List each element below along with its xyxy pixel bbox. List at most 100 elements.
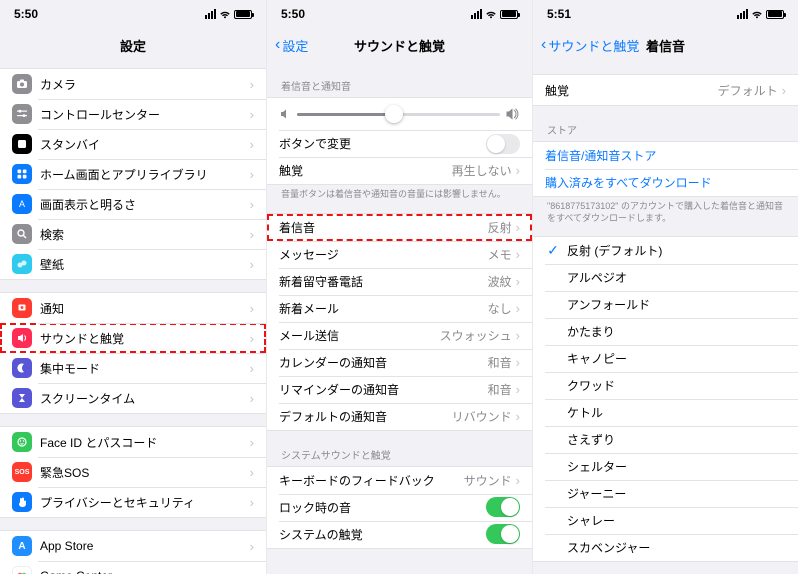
row-label: クワッド	[567, 377, 786, 394]
gc-icon	[12, 566, 32, 574]
chevron-right-icon: ›	[516, 355, 520, 370]
sound-row[interactable]: ロック時の音	[267, 494, 532, 521]
row-value: 和音	[488, 381, 512, 398]
signal-icon	[205, 9, 216, 19]
svg-text:A: A	[19, 199, 25, 209]
sound-row[interactable]: メッセージメモ ›	[267, 241, 532, 268]
row-value: メモ	[488, 246, 512, 263]
row-label: カレンダーの通知音	[279, 354, 488, 371]
ringtone-row[interactable]: かたまり	[533, 318, 798, 345]
speaker-icon	[12, 328, 32, 348]
ringtone-row[interactable]: ケトル	[533, 399, 798, 426]
settings-row-appstore[interactable]: AApp Store›	[0, 531, 266, 561]
chevron-right-icon: ›	[250, 107, 254, 122]
sound-row[interactable]: ボタンで変更	[267, 130, 532, 157]
chevron-right-icon: ›	[516, 247, 520, 262]
chevron-right-icon: ›	[250, 465, 254, 480]
status-indicators	[737, 9, 784, 19]
row-label: コントロールセンター	[40, 106, 250, 123]
settings-row-face[interactable]: Face ID とパスコード›	[0, 427, 266, 457]
nav-bar: ‹ 設定 サウンドと触覚	[267, 28, 532, 62]
settings-row-bell[interactable]: 通知›	[0, 293, 266, 323]
settings-row-grid[interactable]: ホーム画面とアプリライブラリ›	[0, 159, 266, 189]
toggle-switch[interactable]	[486, 134, 520, 154]
sounds-screen: 5:50 ‹ 設定 サウンドと触覚 着信音と通知音	[266, 0, 532, 574]
toggle-switch[interactable]	[486, 497, 520, 517]
settings-row-sliders[interactable]: コントロールセンター›	[0, 99, 266, 129]
row-label: 新着メール	[279, 300, 488, 317]
status-time: 5:50	[14, 7, 38, 21]
settings-row-sos[interactable]: SOS緊急SOS›	[0, 457, 266, 487]
sound-row[interactable]: メール送信スウォッシュ›	[267, 322, 532, 349]
hand-icon	[12, 492, 32, 512]
sound-row[interactable]: 新着メールなし›	[267, 295, 532, 322]
ringtone-row[interactable]: さえずり	[533, 426, 798, 453]
ringtone-row[interactable]: キャノピー	[533, 345, 798, 372]
volume-track[interactable]	[297, 113, 500, 116]
row-label: リマインダーの通知音	[279, 381, 488, 398]
row-label: 検索	[40, 226, 250, 243]
row-label: 緊急SOS	[40, 464, 250, 481]
chevron-right-icon: ›	[250, 331, 254, 346]
settings-row-gc[interactable]: Game Center›	[0, 561, 266, 574]
ringtone-row[interactable]: スカベンジャー	[533, 534, 798, 561]
row-label: 着信音	[279, 219, 488, 236]
sound-row[interactable]: 新着留守番電話波紋›	[267, 268, 532, 295]
svg-text:A: A	[18, 541, 25, 552]
row-label: スクリーンタイム	[40, 390, 250, 407]
chevron-right-icon: ›	[250, 167, 254, 182]
haptics-row[interactable]: 触覚 デフォルト ›	[533, 75, 798, 105]
battery-icon	[234, 10, 252, 19]
ringtone-row[interactable]: アンフォールド	[533, 291, 798, 318]
row-label: 通知	[40, 300, 250, 317]
sound-row[interactable]: デフォルトの通知音リバウンド›	[267, 403, 532, 430]
toggle-switch[interactable]	[486, 524, 520, 544]
back-button[interactable]: ‹ サウンドと触覚	[541, 36, 639, 55]
ringtone-row[interactable]: クワッド	[533, 372, 798, 399]
ringtone-row[interactable]: ジャーニー	[533, 480, 798, 507]
row-label: さえずり	[567, 431, 786, 448]
row-label: 壁紙	[40, 256, 250, 273]
sound-row[interactable]: リマインダーの通知音和音›	[267, 376, 532, 403]
row-value: デフォルト	[718, 82, 778, 99]
store-link[interactable]: 購入済みをすべてダウンロード	[533, 169, 798, 196]
store-link[interactable]: 着信音/通知音ストア	[533, 142, 798, 169]
ringtone-row[interactable]: シェルター	[533, 453, 798, 480]
settings-row-speaker[interactable]: サウンドと触覚›	[0, 323, 266, 353]
ringtone-row-selected[interactable]: ✓反射 (デフォルト)	[533, 237, 798, 264]
settings-row-hourglass[interactable]: スクリーンタイム›	[0, 383, 266, 413]
ringtone-row[interactable]: アルペジオ	[533, 264, 798, 291]
sound-row[interactable]: 着信音反射›	[267, 214, 532, 241]
chevron-right-icon: ›	[516, 274, 520, 289]
row-label: ケトル	[567, 404, 786, 421]
row-value: なし	[488, 300, 512, 317]
settings-row-camera[interactable]: カメラ›	[0, 69, 266, 99]
ringtone-row[interactable]: シャレー	[533, 507, 798, 534]
settings-row-wallpaper[interactable]: 壁紙›	[0, 249, 266, 279]
status-bar: 5:50	[267, 0, 532, 28]
sound-row[interactable]: 触覚再生しない›	[267, 157, 532, 184]
battery-icon	[500, 10, 518, 19]
chevron-right-icon: ›	[250, 197, 254, 212]
row-label: 画面表示と明るさ	[40, 196, 250, 213]
settings-row-search[interactable]: 検索›	[0, 219, 266, 249]
sound-row[interactable]: キーボードのフィードバックサウンド›	[267, 467, 532, 494]
chevron-right-icon: ›	[516, 220, 520, 235]
sound-row[interactable]: カレンダーの通知音和音›	[267, 349, 532, 376]
settings-row-hand[interactable]: プライバシーとセキュリティ›	[0, 487, 266, 517]
chevron-right-icon: ›	[250, 495, 254, 510]
settings-row-brightness[interactable]: A 画面表示と明るさ›	[0, 189, 266, 219]
settings-row-moon[interactable]: 集中モード›	[0, 353, 266, 383]
row-label: メール送信	[279, 327, 440, 344]
sound-row[interactable]: システムの触覚	[267, 521, 532, 548]
chevron-right-icon: ›	[782, 83, 786, 98]
settings-row-standby[interactable]: スタンバイ›	[0, 129, 266, 159]
back-button[interactable]: ‹ 設定	[275, 36, 308, 55]
page-title: サウンドと触覚	[354, 36, 445, 55]
signal-icon	[737, 9, 748, 19]
status-time: 5:51	[547, 7, 571, 21]
volume-slider-row[interactable]	[267, 98, 532, 130]
row-label: メッセージ	[279, 246, 488, 263]
row-label: 購入済みをすべてダウンロード	[545, 174, 786, 191]
speaker-high-icon	[506, 108, 520, 120]
